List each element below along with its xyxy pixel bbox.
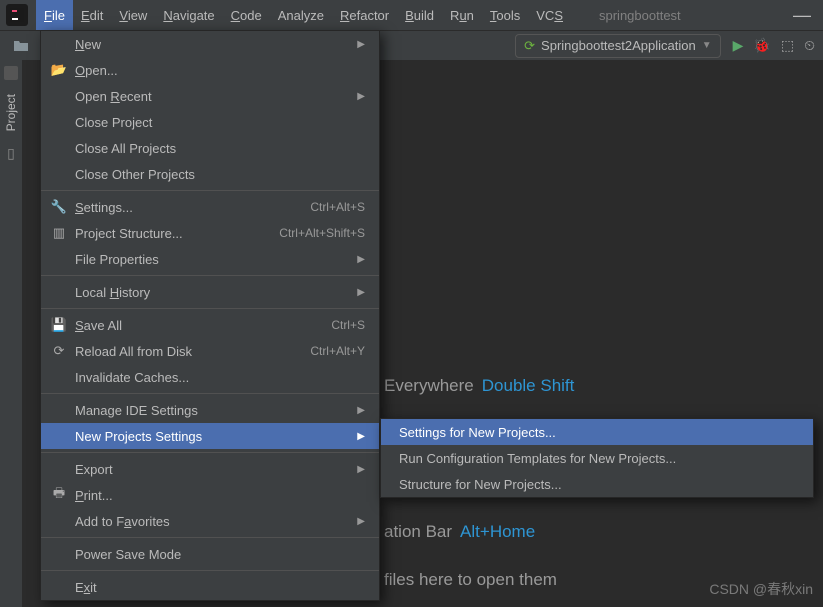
- hint-search-everywhere: Everywhere Double Shift: [384, 376, 574, 396]
- menu-file[interactable]: File: [36, 0, 73, 30]
- wrench-icon: 🔧: [51, 199, 67, 215]
- menu-item-open[interactable]: 📂Open...: [41, 57, 379, 83]
- menu-edit[interactable]: Edit: [73, 0, 111, 30]
- save-icon: 💾: [51, 317, 67, 333]
- menu-item-exit[interactable]: Exit: [41, 574, 379, 600]
- menu-item-invalidate[interactable]: Invalidate Caches...: [41, 364, 379, 390]
- menu-item-close-project[interactable]: Close Project: [41, 109, 379, 135]
- structure-tool-icon[interactable]: ▯: [7, 145, 15, 162]
- chevron-right-icon: ▶: [357, 287, 365, 298]
- run-config-selector[interactable]: ⟳ Springboottest2Application ▼: [515, 34, 720, 58]
- run-config-label: Springboottest2Application: [541, 38, 696, 53]
- spring-icon: ⟳: [524, 38, 535, 54]
- menu-refactor[interactable]: Refactor: [332, 0, 397, 30]
- menu-vcs[interactable]: VCS: [528, 0, 571, 30]
- structure-icon: ▥: [51, 225, 67, 241]
- profile-icon[interactable]: ⏲: [804, 37, 815, 54]
- debug-icon[interactable]: 🐞: [753, 37, 770, 54]
- menu-item-favorites[interactable]: Add to Favorites▶: [41, 508, 379, 534]
- run-tools: ▶ 🐞 ⬚ ⏲: [733, 37, 815, 54]
- chevron-right-icon: ▶: [357, 405, 365, 416]
- open-folder-icon[interactable]: [8, 33, 34, 59]
- menu-item-print[interactable]: 🖶Print...: [41, 482, 379, 508]
- hint-nav-bar: ation Bar Alt+Home: [384, 522, 535, 542]
- menu-item-export[interactable]: Export▶: [41, 456, 379, 482]
- folder-open-icon: 📂: [51, 62, 67, 78]
- file-menu: New▶ 📂Open... Open Recent▶ Close Project…: [40, 30, 380, 601]
- menu-item-close-other[interactable]: Close Other Projects: [41, 161, 379, 187]
- reload-icon: ⟳: [51, 343, 67, 359]
- chevron-right-icon: ▶: [357, 254, 365, 265]
- chevron-right-icon: ▶: [357, 91, 365, 102]
- menu-item-manage-ide[interactable]: Manage IDE Settings▶: [41, 397, 379, 423]
- menu-separator: [41, 537, 379, 538]
- menu-item-save-all[interactable]: 💾Save AllCtrl+S: [41, 312, 379, 338]
- project-tool-icon[interactable]: [4, 66, 18, 80]
- chevron-right-icon: ▶: [357, 516, 365, 527]
- app-icon: [6, 4, 28, 26]
- watermark: CSDN @春秋xin: [709, 579, 813, 599]
- chevron-down-icon: ▼: [702, 40, 712, 51]
- run-icon[interactable]: ▶: [733, 37, 744, 54]
- print-icon: 🖶: [51, 487, 67, 503]
- menu-separator: [41, 190, 379, 191]
- window-title: springboottest: [599, 8, 681, 23]
- menu-item-close-all[interactable]: Close All Projects: [41, 135, 379, 161]
- left-gutter: Project ▯: [0, 60, 22, 607]
- submenu-item-structure-new[interactable]: Structure for New Projects...: [381, 471, 813, 497]
- menu-analyze[interactable]: Analyze: [270, 0, 332, 30]
- menu-item-open-recent[interactable]: Open Recent▶: [41, 83, 379, 109]
- chevron-right-icon: ▶: [357, 464, 365, 475]
- menubar: File Edit View Navigate Code Analyze Ref…: [0, 0, 823, 30]
- menu-navigate[interactable]: Navigate: [155, 0, 222, 30]
- menu-item-settings[interactable]: 🔧Settings...Ctrl+Alt+S: [41, 194, 379, 220]
- menu-separator: [41, 452, 379, 453]
- menu-code[interactable]: Code: [223, 0, 270, 30]
- menu-item-reload[interactable]: ⟳Reload All from DiskCtrl+Alt+Y: [41, 338, 379, 364]
- project-tool-label[interactable]: Project: [4, 88, 18, 137]
- coverage-icon[interactable]: ⬚: [781, 37, 794, 54]
- submenu-item-run-templates[interactable]: Run Configuration Templates for New Proj…: [381, 445, 813, 471]
- chevron-right-icon: ▶: [357, 431, 365, 442]
- chevron-right-icon: ▶: [357, 39, 365, 50]
- menu-item-project-structure[interactable]: ▥Project Structure...Ctrl+Alt+Shift+S: [41, 220, 379, 246]
- menu-item-new-projects-settings[interactable]: New Projects Settings▶: [41, 423, 379, 449]
- hint-drop-files: files here to open them: [384, 570, 557, 590]
- minimize-icon[interactable]: —: [793, 5, 811, 26]
- menu-view[interactable]: View: [111, 0, 155, 30]
- menu-run[interactable]: Run: [442, 0, 482, 30]
- menu-separator: [41, 393, 379, 394]
- menu-item-power-save[interactable]: Power Save Mode: [41, 541, 379, 567]
- menu-tools[interactable]: Tools: [482, 0, 528, 30]
- menu-item-local-history[interactable]: Local History▶: [41, 279, 379, 305]
- menu-item-new[interactable]: New▶: [41, 31, 379, 57]
- menu-separator: [41, 275, 379, 276]
- submenu-item-settings-new[interactable]: Settings for New Projects...: [381, 419, 813, 445]
- new-projects-settings-submenu: Settings for New Projects... Run Configu…: [380, 418, 814, 498]
- menu-separator: [41, 570, 379, 571]
- menu-item-file-properties[interactable]: File Properties▶: [41, 246, 379, 272]
- menu-build[interactable]: Build: [397, 0, 442, 30]
- menu-separator: [41, 308, 379, 309]
